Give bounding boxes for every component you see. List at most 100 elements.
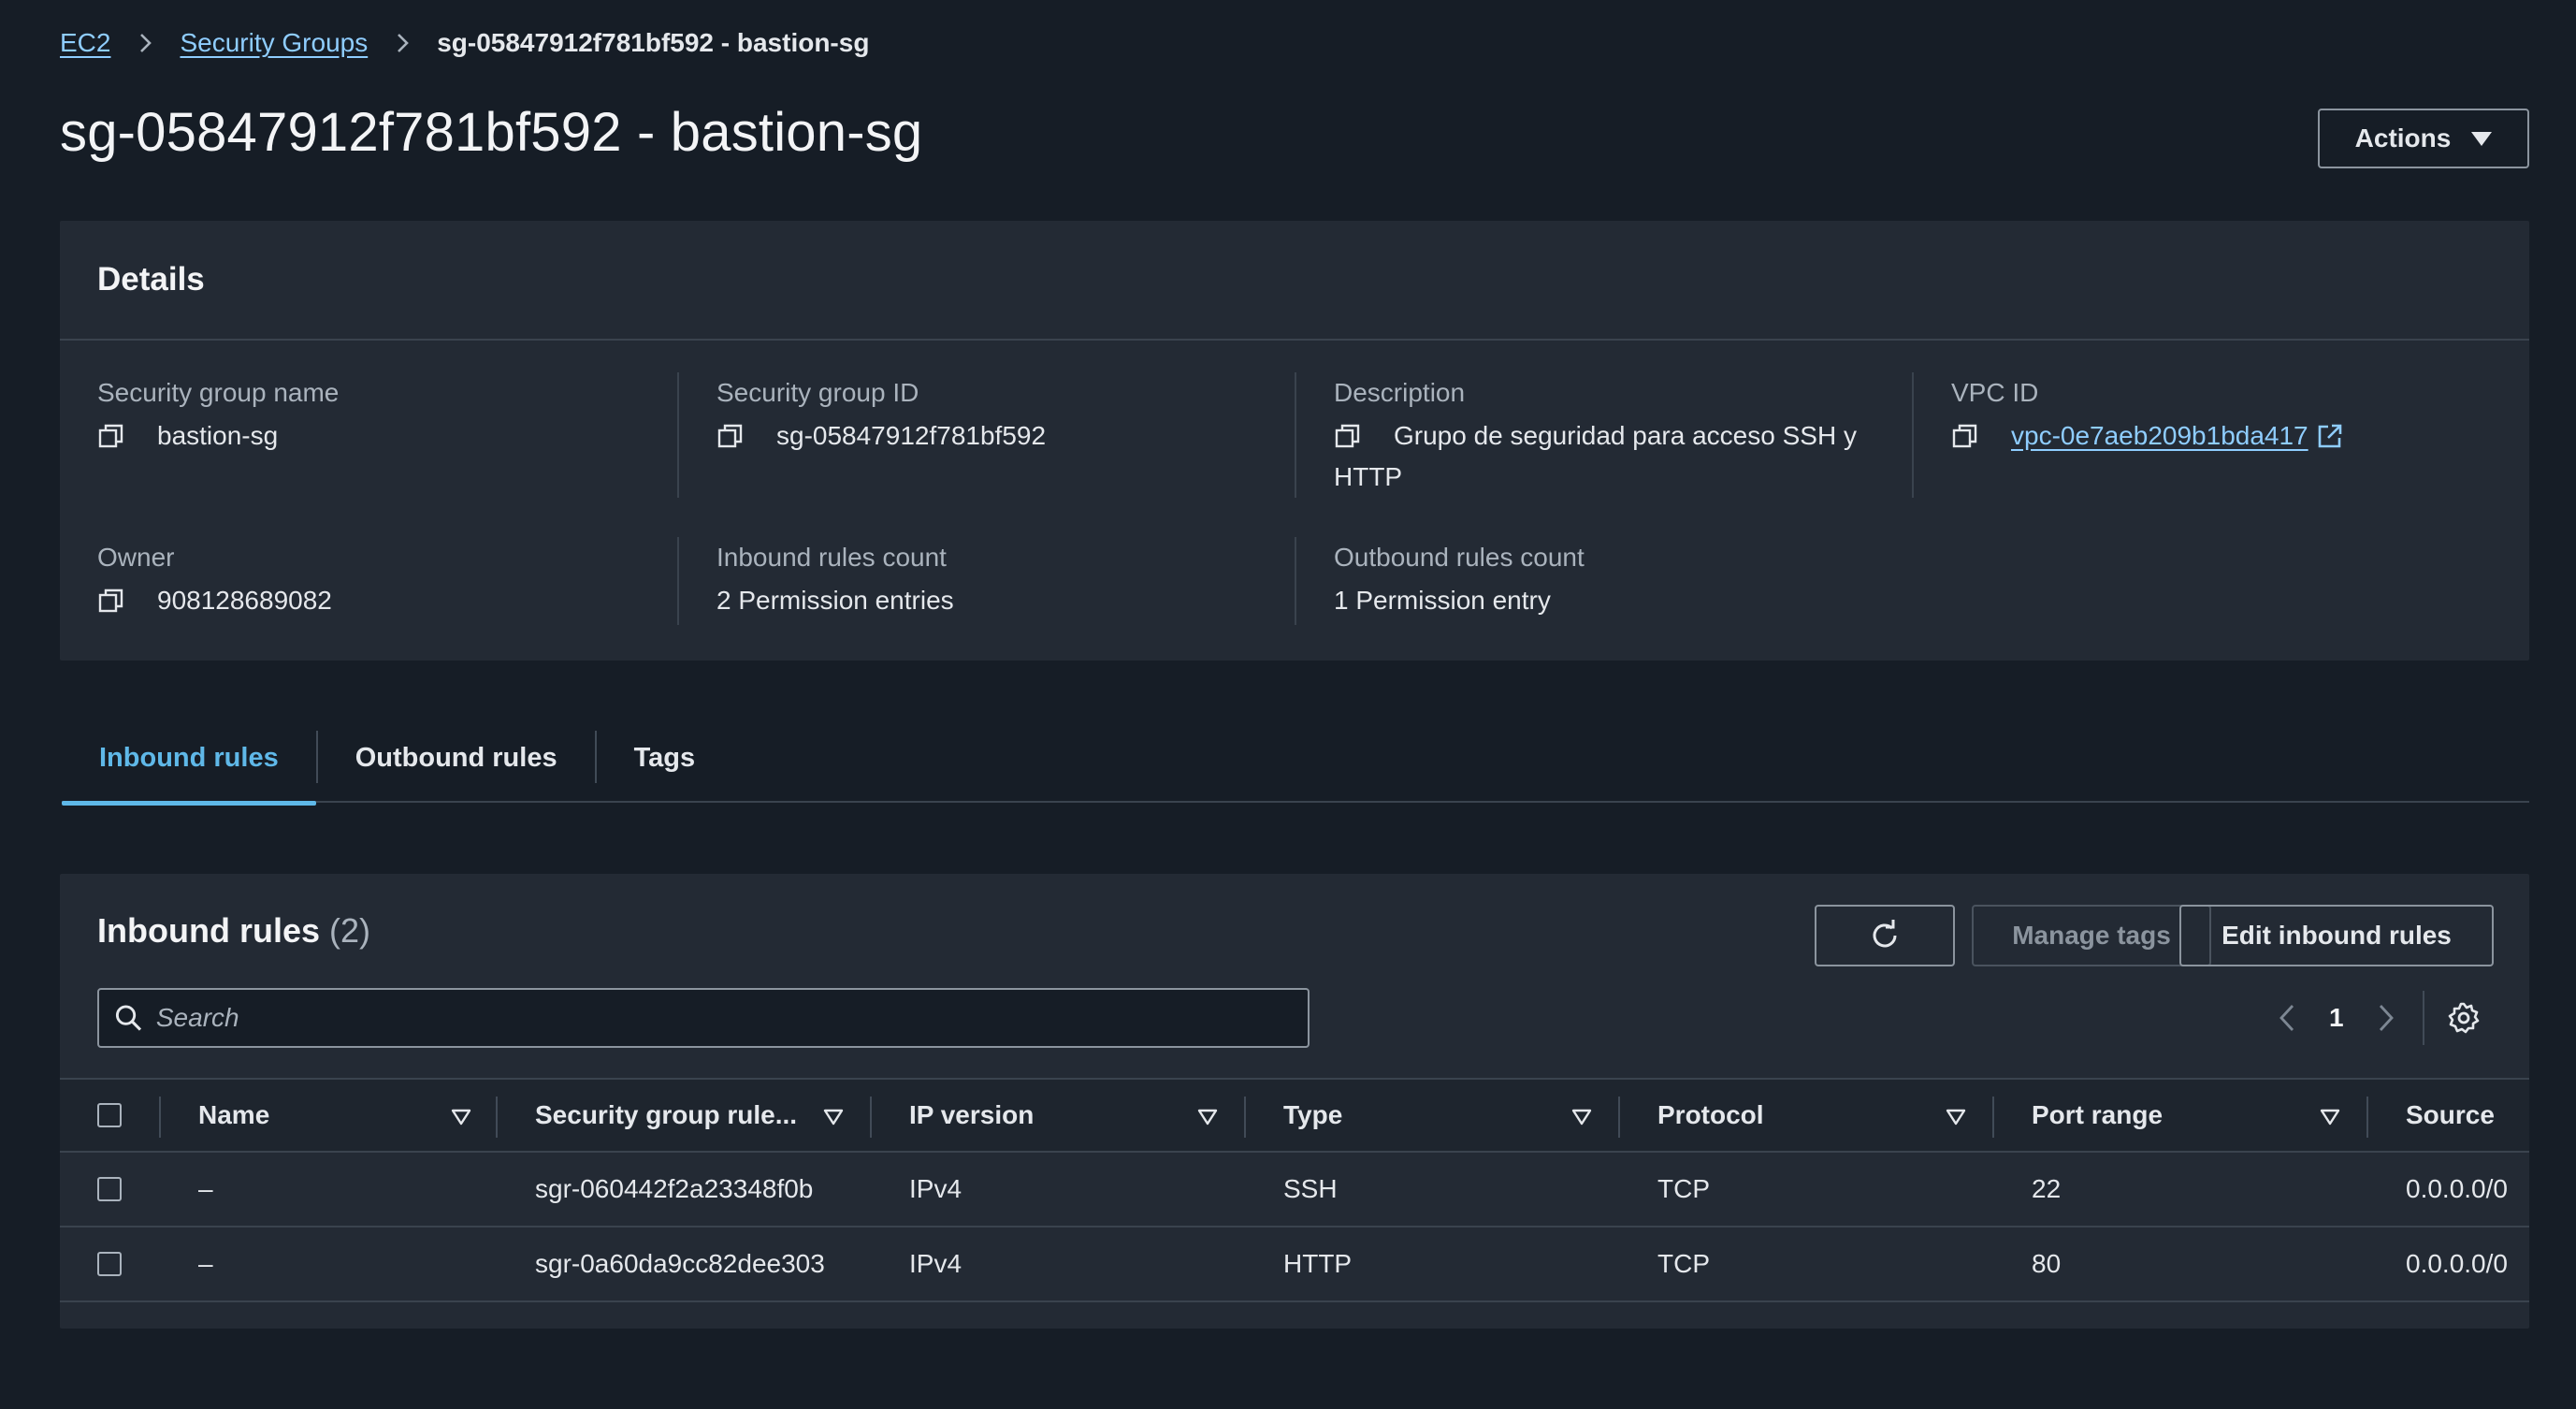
field-value-row: 2 Permission entries — [716, 580, 1259, 621]
sort-filter-icon[interactable] — [2320, 1108, 2340, 1126]
cell-name: – — [198, 1174, 213, 1203]
chevron-right-icon[interactable] — [2372, 1002, 2398, 1034]
security-group-name-value: bastion-sg — [157, 421, 279, 450]
column-header-port-range[interactable]: Port range — [2032, 1080, 2163, 1151]
cell-type: HTTP — [1283, 1249, 1353, 1278]
table-row[interactable]: – sgr-060442f2a23348f0b IPv4 SSH TCP 22 … — [60, 1153, 2529, 1227]
cell-source: 0.0.0.0/0 — [2406, 1174, 2508, 1203]
column-header-rule-id[interactable]: Security group rule... — [535, 1080, 797, 1151]
copy-icon[interactable] — [1334, 422, 1362, 450]
sort-filter-icon[interactable] — [823, 1108, 844, 1126]
column-divider — [1992, 1097, 1994, 1138]
edit-inbound-rules-button[interactable]: Edit inbound rules — [2179, 905, 2494, 966]
field-label: Inbound rules count — [716, 543, 947, 572]
cell-ip-version: IPv4 — [909, 1249, 962, 1278]
cell-protocol: TCP — [1657, 1249, 1710, 1278]
cell-rule-id: sgr-0a60da9cc82dee303 — [535, 1249, 825, 1278]
refresh-icon — [1873, 920, 1897, 948]
field-label: Outbound rules count — [1334, 543, 1585, 572]
refresh-button[interactable] — [1815, 905, 1955, 966]
header-checkbox-cell — [97, 1080, 122, 1151]
column-header-protocol[interactable]: Protocol — [1657, 1080, 1764, 1151]
field-vpc-id: VPC ID vpc-0e7aeb209b1bda417 — [1951, 378, 2512, 457]
gear-icon[interactable] — [2447, 1001, 2481, 1035]
page-title: sg-05847912f781bf592 - bastion-sg — [60, 102, 923, 163]
tab-inbound-rules[interactable]: Inbound rules — [62, 713, 316, 806]
vpc-id-link[interactable]: vpc-0e7aeb209b1bda417 — [2011, 415, 2308, 457]
field-label: Description — [1334, 378, 1466, 407]
field-value-row: Grupo de seguridad para acceso SSH y HTT… — [1334, 415, 1876, 498]
field-label: Owner — [97, 543, 175, 572]
column-header-source[interactable]: Source — [2406, 1080, 2495, 1151]
copy-icon[interactable] — [97, 587, 125, 615]
inbound-rules-heading: Inbound rules (2) — [97, 911, 370, 951]
inbound-rules-title: Inbound rules — [97, 911, 320, 950]
cell-type: SSH — [1283, 1174, 1338, 1203]
divider — [1295, 537, 1296, 625]
page-number[interactable]: 1 — [2329, 1003, 2344, 1033]
caret-down-icon — [2471, 131, 2493, 146]
field-description: Description Grupo de seguridad para acce… — [1334, 378, 1876, 498]
cell-name: – — [198, 1249, 213, 1278]
copy-icon[interactable] — [1951, 422, 1979, 450]
row-checkbox[interactable] — [97, 1252, 122, 1276]
sort-filter-icon[interactable] — [1946, 1108, 1966, 1126]
field-outbound-rules-count: Outbound rules count 1 Permission entry — [1334, 543, 1876, 621]
column-header-name[interactable]: Name — [198, 1080, 269, 1151]
sort-filter-icon[interactable] — [1571, 1108, 1592, 1126]
column-header-type[interactable]: Type — [1283, 1080, 1342, 1151]
select-all-checkbox[interactable] — [97, 1103, 122, 1127]
inbound-rules-panel: Inbound rules (2) Manage tags Edit inbou… — [60, 874, 2529, 1329]
cell-port-range: 22 — [2032, 1174, 2062, 1203]
outbound-count-value: 1 Permission entry — [1334, 586, 1551, 615]
row-checkbox-cell — [97, 1153, 122, 1226]
breadcrumb: EC2 Security Groups sg-05847912f781bf592… — [60, 24, 869, 62]
description-value: Grupo de seguridad para acceso SSH y HTT… — [1334, 421, 1857, 491]
actions-button[interactable]: Actions — [2318, 109, 2529, 168]
manage-tags-button[interactable]: Manage tags — [1972, 905, 2211, 966]
chevron-left-icon[interactable] — [2275, 1002, 2301, 1034]
sort-filter-icon[interactable] — [451, 1108, 471, 1126]
field-value-row: vpc-0e7aeb209b1bda417 — [1951, 415, 2512, 457]
divider — [1912, 372, 1914, 498]
field-value-row: 908128689082 — [97, 580, 640, 621]
table-header: Name Security group rule... IP version T… — [60, 1078, 2529, 1153]
row-checkbox[interactable] — [97, 1177, 122, 1201]
external-link-icon[interactable] — [2316, 422, 2344, 450]
search-icon — [115, 1005, 142, 1031]
search-input[interactable] — [155, 1003, 1308, 1033]
breadcrumb-ec2-link[interactable]: EC2 — [60, 28, 110, 58]
copy-icon[interactable] — [97, 422, 125, 450]
table-row[interactable]: – sgr-0a60da9cc82dee303 IPv4 HTTP TCP 80… — [60, 1227, 2529, 1302]
column-divider — [1618, 1097, 1620, 1138]
owner-value: 908128689082 — [157, 586, 332, 615]
chevron-right-icon — [133, 31, 157, 55]
column-divider — [496, 1097, 498, 1138]
tab-outbound-rules[interactable]: Outbound rules — [318, 713, 595, 803]
field-security-group-name: Security group name bastion-sg — [97, 378, 640, 457]
column-divider — [1244, 1097, 1246, 1138]
field-inbound-rules-count: Inbound rules count 2 Permission entries — [716, 543, 1259, 621]
tab-bar: Inbound rules Outbound rules Tags — [62, 713, 2529, 806]
sort-filter-icon[interactable] — [1197, 1108, 1218, 1126]
field-security-group-id: Security group ID sg-05847912f781bf592 — [716, 378, 1259, 457]
copy-icon[interactable] — [716, 422, 745, 450]
field-value-row: bastion-sg — [97, 415, 640, 457]
search-field[interactable] — [97, 988, 1310, 1048]
divider — [677, 372, 679, 498]
inbound-rules-count: (2) — [329, 911, 371, 950]
column-header-ip-version[interactable]: IP version — [909, 1080, 1034, 1151]
details-header: Details — [60, 221, 2529, 341]
pagination: 1 — [2275, 988, 2481, 1048]
field-owner: Owner 908128689082 — [97, 543, 640, 621]
cell-protocol: TCP — [1657, 1174, 1710, 1203]
column-divider — [2366, 1097, 2368, 1138]
tab-tags[interactable]: Tags — [597, 713, 733, 803]
field-value-row: sg-05847912f781bf592 — [716, 415, 1259, 457]
inbound-rules-table: Name Security group rule... IP version T… — [60, 1078, 2529, 1302]
field-label: Security group name — [97, 378, 340, 407]
cell-ip-version: IPv4 — [909, 1174, 962, 1203]
breadcrumb-current: sg-05847912f781bf592 - bastion-sg — [437, 28, 870, 57]
cell-rule-id: sgr-060442f2a23348f0b — [535, 1174, 814, 1203]
breadcrumb-security-groups-link[interactable]: Security Groups — [180, 28, 368, 58]
